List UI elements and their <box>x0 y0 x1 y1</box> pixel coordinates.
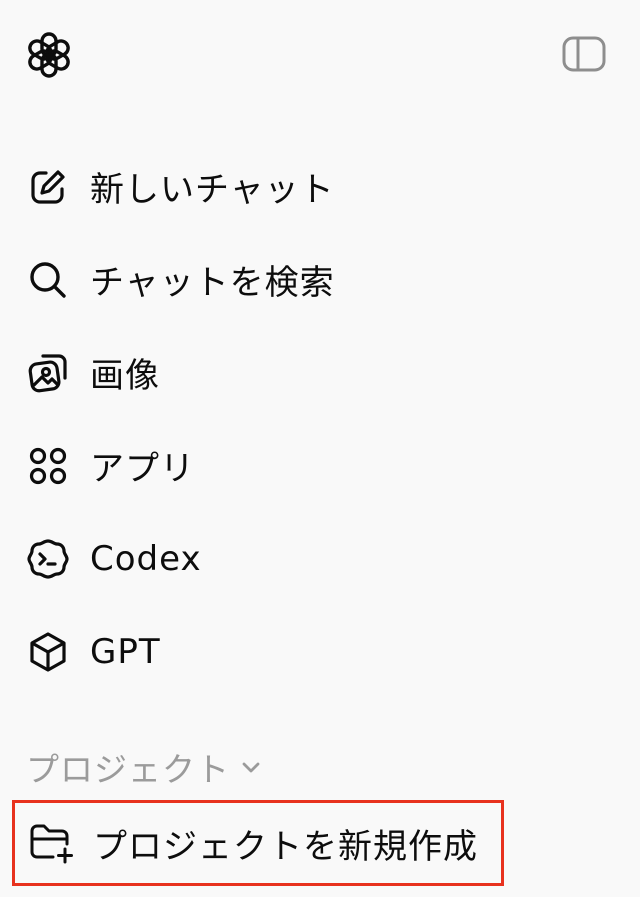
codex-icon <box>24 535 72 583</box>
cube-icon <box>24 628 72 676</box>
openai-logo-icon[interactable] <box>22 28 76 82</box>
apps-icon <box>24 442 72 490</box>
apps-button[interactable]: アプリ <box>0 419 640 512</box>
nav-item-label: 新しいチャット <box>90 170 335 210</box>
nav-item-label: チャットを検索 <box>90 263 335 303</box>
search-icon <box>24 256 72 304</box>
section-label: プロジェクト <box>26 750 230 789</box>
sidebar-header <box>0 0 640 110</box>
chevron-down-icon <box>240 760 262 774</box>
nav-item-label: GPT <box>90 631 161 672</box>
sidebar-toggle-button[interactable] <box>561 34 607 74</box>
images-button[interactable]: 画像 <box>0 326 640 419</box>
codex-button[interactable]: Codex <box>0 512 640 605</box>
new-chat-button[interactable]: 新しいチャット <box>0 140 640 233</box>
folder-plus-icon <box>27 818 77 868</box>
new-project-label: プロジェクトを新規作成 <box>93 826 478 867</box>
nav-item-label: 画像 <box>90 356 160 396</box>
gpt-button[interactable]: GPT <box>0 605 640 698</box>
search-chats-button[interactable]: チャットを検索 <box>0 233 640 326</box>
new-project-button[interactable]: プロジェクトを新規作成 <box>12 800 504 886</box>
nav-item-label: Codex <box>90 538 202 579</box>
sidebar-toggle-icon <box>562 36 606 72</box>
nav-item-label: アプリ <box>90 449 195 489</box>
projects-section-toggle[interactable]: プロジェクト <box>26 742 262 792</box>
edit-icon <box>24 163 72 211</box>
sidebar-nav: 新しいチャット チャットを検索 画像 アプリ Codex GPT <box>0 140 640 698</box>
images-icon <box>24 349 72 397</box>
